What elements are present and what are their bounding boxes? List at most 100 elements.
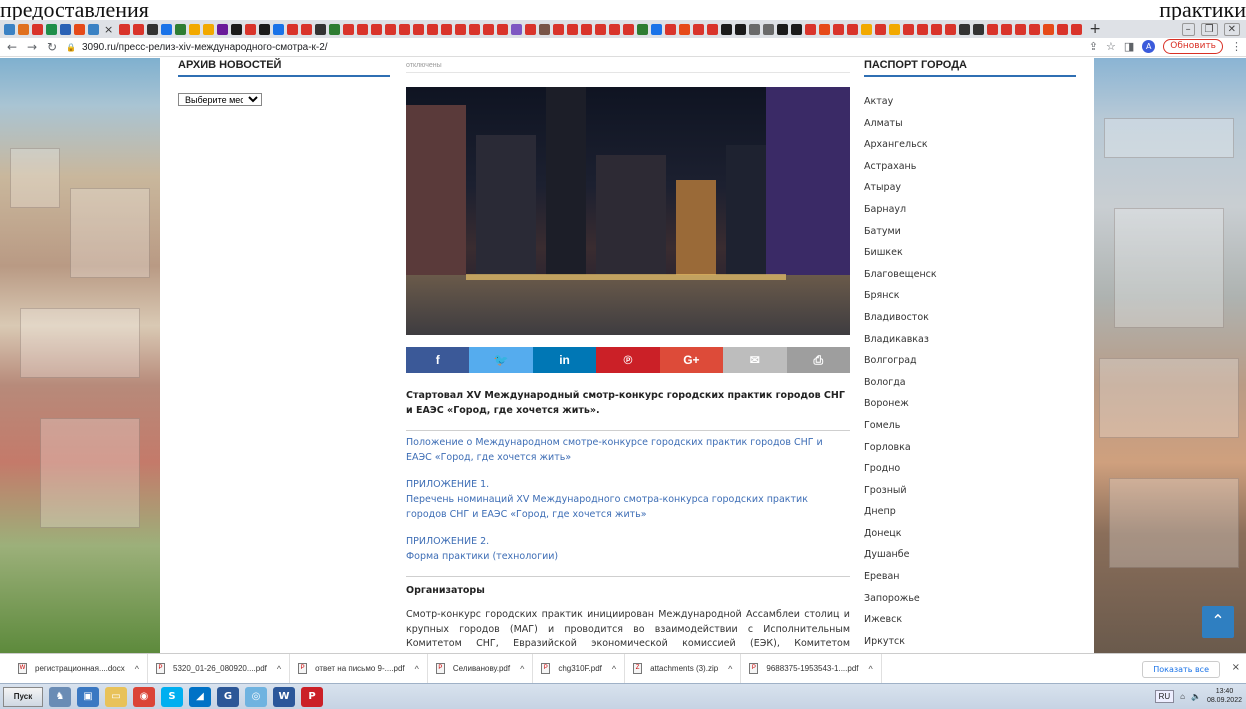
- share-button[interactable]: in: [532, 347, 597, 373]
- tab-favicon-icon[interactable]: [720, 23, 732, 35]
- appendix2-title-link[interactable]: ПРИЛОЖЕНИЕ 2.: [406, 534, 850, 549]
- tab-favicon-icon[interactable]: [552, 23, 564, 35]
- tab-favicon-icon[interactable]: [622, 23, 634, 35]
- start-button[interactable]: Пуск: [3, 686, 43, 707]
- taskbar-app-user-accounts[interactable]: ♞: [49, 686, 71, 707]
- share-button[interactable]: ✉: [723, 347, 787, 373]
- tab-favicon-icon[interactable]: [118, 23, 130, 35]
- tab-favicon-icon[interactable]: [566, 23, 578, 35]
- tab-favicon-icon[interactable]: [930, 23, 942, 35]
- tab-favicon-icon[interactable]: [496, 23, 508, 35]
- tab-favicon-icon[interactable]: [384, 23, 396, 35]
- tab-favicon-icon[interactable]: [594, 23, 606, 35]
- taskbar-app-app-g[interactable]: G: [217, 686, 239, 707]
- chevron-up-icon[interactable]: ^: [135, 664, 139, 674]
- chevron-up-icon[interactable]: ^: [277, 664, 281, 674]
- regulations-link[interactable]: Положение о Международном смотре-конкурс…: [406, 435, 850, 465]
- tab-favicon-icon[interactable]: [818, 23, 830, 35]
- city-link[interactable]: Гродно: [864, 458, 1076, 480]
- chevron-up-icon[interactable]: ^: [612, 664, 616, 674]
- tab-favicon-icon[interactable]: [286, 23, 298, 35]
- tab-favicon-icon[interactable]: [902, 23, 914, 35]
- month-select[interactable]: Выберите месяц: [178, 93, 262, 106]
- taskbar-app-browser2[interactable]: ◎: [245, 686, 267, 707]
- tab-favicon-icon[interactable]: [986, 23, 998, 35]
- city-link[interactable]: Горловка: [864, 437, 1076, 459]
- city-link[interactable]: Брянск: [864, 285, 1076, 307]
- tab-favicon-icon[interactable]: [944, 23, 956, 35]
- city-link[interactable]: Барнаул: [864, 199, 1076, 221]
- taskbar-app-explorer[interactable]: ▣: [77, 686, 99, 707]
- close-downloads-icon[interactable]: ×: [1232, 662, 1240, 673]
- tab-favicon-icon[interactable]: [132, 23, 144, 35]
- tab-favicon-icon[interactable]: [356, 23, 368, 35]
- tab-favicon-icon[interactable]: [748, 23, 760, 35]
- tab-favicon-icon[interactable]: [888, 23, 900, 35]
- sidepanel-icon[interactable]: ◨: [1124, 40, 1134, 53]
- tab-favicon-icon[interactable]: [31, 23, 43, 35]
- tab-favicon-icon[interactable]: [860, 23, 872, 35]
- network-icon[interactable]: ⌂: [1180, 692, 1185, 701]
- city-link[interactable]: Донецк: [864, 523, 1076, 545]
- share-icon[interactable]: ⇪: [1089, 40, 1098, 53]
- chevron-up-icon[interactable]: ^: [728, 664, 732, 674]
- tab-favicon-icon[interactable]: [412, 23, 424, 35]
- tab-favicon-icon[interactable]: [160, 23, 172, 35]
- taskbar-app-outlook[interactable]: ◢: [189, 686, 211, 707]
- tab-favicon-icon[interactable]: [328, 23, 340, 35]
- tab-favicon-icon[interactable]: [300, 23, 312, 35]
- new-tab-button[interactable]: +: [1089, 21, 1101, 37]
- lock-icon[interactable]: 🔒: [66, 43, 76, 52]
- tab-favicon-icon[interactable]: [73, 23, 85, 35]
- close-window-icon[interactable]: ✕: [1223, 22, 1240, 36]
- download-item[interactable]: Wрегистрационная....docx ^: [10, 653, 148, 684]
- city-link[interactable]: Владивосток: [864, 307, 1076, 329]
- tab-favicon-icon[interactable]: [1000, 23, 1012, 35]
- city-link[interactable]: Волгоград: [864, 350, 1076, 372]
- tab-favicon-icon[interactable]: [762, 23, 774, 35]
- taskbar-app-chrome[interactable]: ◉: [133, 686, 155, 707]
- tab-favicon-icon[interactable]: [188, 23, 200, 35]
- city-link[interactable]: Ереван: [864, 566, 1076, 588]
- tab-favicon-icon[interactable]: [608, 23, 620, 35]
- tab-favicon-icon[interactable]: [3, 23, 15, 35]
- share-button[interactable]: ⎙: [786, 347, 850, 373]
- scroll-to-top-button[interactable]: ⌃: [1202, 606, 1234, 638]
- city-link[interactable]: Грозный: [864, 480, 1076, 502]
- tab-favicon-icon[interactable]: [342, 23, 354, 35]
- city-link[interactable]: Батуми: [864, 221, 1076, 243]
- tab-favicon-icon[interactable]: [216, 23, 228, 35]
- update-button[interactable]: Обновить: [1163, 39, 1223, 54]
- city-link[interactable]: Душанбе: [864, 544, 1076, 566]
- tab-favicon-icon[interactable]: [874, 23, 886, 35]
- city-link[interactable]: Владикавказ: [864, 329, 1076, 351]
- tab-favicon-icon[interactable]: [398, 23, 410, 35]
- tab-favicon-icon[interactable]: [916, 23, 928, 35]
- tab-favicon-icon[interactable]: [972, 23, 984, 35]
- tab-favicon-icon[interactable]: [230, 23, 242, 35]
- city-link[interactable]: Актау: [864, 91, 1076, 113]
- appendix1-title-link[interactable]: ПРИЛОЖЕНИЕ 1.: [406, 477, 850, 492]
- city-link[interactable]: Благовещенск: [864, 264, 1076, 286]
- language-indicator[interactable]: RU: [1154, 689, 1175, 703]
- city-link[interactable]: Иркутск: [864, 631, 1076, 653]
- tab-favicon-icon[interactable]: [1014, 23, 1026, 35]
- city-link[interactable]: Вологда: [864, 372, 1076, 394]
- share-button[interactable]: 🐦: [469, 347, 533, 373]
- url-field[interactable]: 3090.ru/пресс-релиз-xiv-международного-с…: [82, 42, 328, 53]
- tab-favicon-icon[interactable]: [45, 23, 57, 35]
- city-link[interactable]: Атырау: [864, 177, 1076, 199]
- city-link[interactable]: Запорожье: [864, 588, 1076, 610]
- city-link[interactable]: Бишкек: [864, 242, 1076, 264]
- profile-avatar[interactable]: A: [1142, 40, 1156, 53]
- tab-favicon-icon[interactable]: [17, 23, 29, 35]
- tab-favicon-icon[interactable]: [734, 23, 746, 35]
- tab-favicon-icon[interactable]: [426, 23, 438, 35]
- city-link[interactable]: Днепр: [864, 501, 1076, 523]
- tab-favicon-icon[interactable]: [258, 23, 270, 35]
- tab-favicon-icon[interactable]: [1042, 23, 1054, 35]
- back-icon[interactable]: ←: [4, 40, 20, 54]
- appendix1-link[interactable]: Перечень номинаций XV Международного смо…: [406, 492, 850, 522]
- tab-favicon-icon[interactable]: [454, 23, 466, 35]
- tab-close-icon[interactable]: ×: [104, 23, 113, 36]
